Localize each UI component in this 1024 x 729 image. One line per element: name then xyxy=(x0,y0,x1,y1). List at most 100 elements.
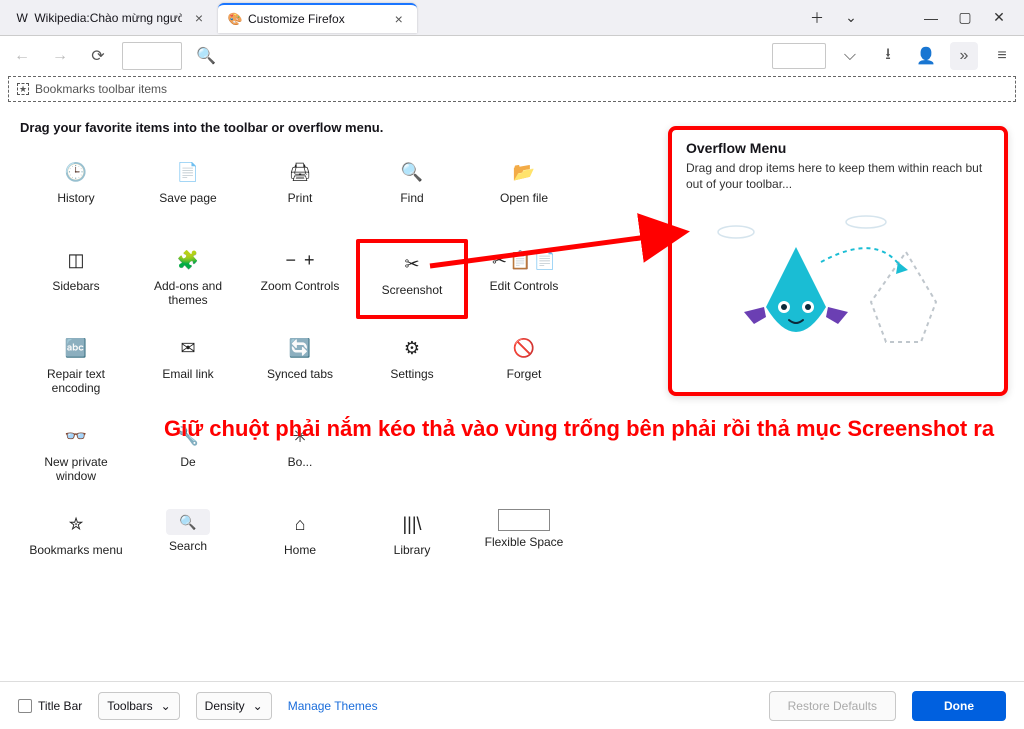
tile-history[interactable]: 🕒 History xyxy=(20,151,132,231)
manage-themes-link[interactable]: Manage Themes xyxy=(288,699,378,713)
dropdown-label: Density xyxy=(205,699,245,713)
tile-label: Bookmarks menu xyxy=(29,543,122,557)
tab-strip: W Wikipedia:Chào mừng người m × 🎨 Custom… xyxy=(0,0,1024,36)
tab-title: Customize Firefox xyxy=(248,12,345,26)
tile-label: Sidebars xyxy=(52,279,99,293)
tile-search[interactable]: 🔍 Search xyxy=(132,503,244,583)
bookmarks-toolbar-zone[interactable]: ★ Bookmarks toolbar items xyxy=(8,76,1016,102)
tile-forget[interactable]: 🚫 Forget xyxy=(468,327,580,407)
tile-label: Synced tabs xyxy=(267,367,333,381)
settings-icon: ⚙ xyxy=(397,333,427,363)
print-icon: 🖨 xyxy=(285,157,315,187)
tile-save-page[interactable]: 📄Save page xyxy=(132,151,244,231)
close-icon[interactable]: × xyxy=(391,11,407,27)
tile-label: Bo... xyxy=(288,455,313,469)
tile-settings[interactable]: ⚙Settings xyxy=(356,327,468,407)
bookmarks-menu-icon: ✮ xyxy=(61,509,91,539)
find-icon: 🔍 xyxy=(397,157,427,187)
done-button[interactable]: Done xyxy=(912,691,1006,721)
tile-edit-controls[interactable]: ✂📋📄Edit Controls xyxy=(468,239,580,319)
tabs-dropdown-icon[interactable]: ⌄ xyxy=(842,9,860,27)
nav-toolbar: ← → ⟳ 🔍 ⌵ ⭳ 👤 » ≡ xyxy=(0,36,1024,76)
tile-print[interactable]: 🖨Print xyxy=(244,151,356,231)
overflow-chevron-icon[interactable]: » xyxy=(950,42,978,70)
tile-bookmarks-menu[interactable]: ✮ Bookmarks menu xyxy=(20,503,132,583)
titlebar-checkbox[interactable]: Title Bar xyxy=(18,699,82,713)
tile-open-file[interactable]: 📂Open file xyxy=(468,151,580,231)
app-menu-icon[interactable]: ≡ xyxy=(988,42,1016,70)
pocket-icon[interactable]: ⌵ xyxy=(836,42,864,70)
bookmarks-icon: ✳ xyxy=(285,421,315,451)
close-window-button[interactable]: ✕ xyxy=(990,9,1008,27)
close-icon[interactable]: × xyxy=(192,10,206,26)
tile-label: Flexible Space xyxy=(485,535,564,549)
back-button[interactable]: ← xyxy=(8,42,36,70)
tile-synced-tabs[interactable]: 🔄Synced tabs xyxy=(244,327,356,407)
tile-library[interactable]: |||\Library xyxy=(356,503,468,583)
overflow-description: Drag and drop items here to keep them wi… xyxy=(686,160,990,192)
tile-label: Forget xyxy=(507,367,542,381)
home-icon: ⌂ xyxy=(285,509,315,539)
tile-label: Search xyxy=(169,539,207,553)
tile-dev-tools[interactable]: 🔧 De xyxy=(132,415,244,495)
forget-icon: 🚫 xyxy=(509,333,539,363)
titlebar-label: Title Bar xyxy=(38,699,82,713)
minimize-button[interactable]: — xyxy=(922,9,940,27)
downloads-icon[interactable]: ⭳ xyxy=(874,42,902,70)
forward-button[interactable]: → xyxy=(46,42,74,70)
reload-button[interactable]: ⟳ xyxy=(84,42,112,70)
chevron-down-icon: ⌄ xyxy=(253,699,263,713)
dropdown-label: Toolbars xyxy=(107,699,152,713)
flexible-space-icon xyxy=(498,509,550,531)
tile-label: Open file xyxy=(500,191,548,205)
customize-footer: Title Bar Toolbars ⌄ Density ⌄ Manage Th… xyxy=(0,681,1024,729)
tile-home[interactable]: ⌂Home xyxy=(244,503,356,583)
chevron-down-icon: ⌄ xyxy=(161,699,171,713)
tile-repair-text[interactable]: 🔤Repair text encoding xyxy=(20,327,132,407)
tab-customize[interactable]: 🎨 Customize Firefox × xyxy=(218,3,417,33)
tile-label: Find xyxy=(400,191,423,205)
zoom-controls-icon: −+ xyxy=(285,245,315,275)
url-box[interactable] xyxy=(122,42,182,70)
restore-defaults-button[interactable]: Restore Defaults xyxy=(769,691,896,721)
tile-label: History xyxy=(57,191,94,205)
tile-email-link[interactable]: ✉ Email link xyxy=(132,327,244,407)
new-tab-button[interactable]: ＋ xyxy=(808,9,826,27)
toolbars-dropdown[interactable]: Toolbars ⌄ xyxy=(98,692,179,720)
search-box-icon: 🔍 xyxy=(166,509,210,535)
repair-text-icon: 🔤 xyxy=(61,333,91,363)
overflow-illustration xyxy=(686,212,990,362)
maximize-button[interactable]: ▢ xyxy=(956,9,974,27)
tile-screenshot[interactable]: ✂Screenshot xyxy=(356,239,468,319)
toolbar-space xyxy=(772,43,826,69)
tile-zoom[interactable]: −+ Zoom Controls xyxy=(244,239,356,319)
new-private-icon: 👓 xyxy=(61,421,91,451)
checkbox-icon xyxy=(18,699,32,713)
tab-wikipedia[interactable]: W Wikipedia:Chào mừng người m × xyxy=(6,3,216,33)
tile-flexible-space[interactable]: Flexible Space xyxy=(468,503,580,583)
account-icon[interactable]: 👤 xyxy=(912,42,940,70)
tile-label: De xyxy=(180,455,195,469)
tile-find[interactable]: 🔍 Find xyxy=(356,151,468,231)
dev-tools-icon: 🔧 xyxy=(173,421,203,451)
save-page-icon: 📄 xyxy=(173,157,203,187)
email-link-icon: ✉ xyxy=(173,333,203,363)
tile-label: Add-ons and themes xyxy=(138,279,238,307)
tile-label: Email link xyxy=(162,367,213,381)
tile-label: New private window xyxy=(26,455,126,483)
tile-bookmarks[interactable]: ✳ Bo... xyxy=(244,415,356,495)
history-icon: 🕒 xyxy=(61,157,91,187)
wikipedia-favicon: W xyxy=(16,11,28,25)
tile-addons[interactable]: 🧩Add-ons and themes xyxy=(132,239,244,319)
library-icon: |||\ xyxy=(397,509,427,539)
tile-label: Zoom Controls xyxy=(261,279,340,293)
overflow-menu-panel[interactable]: Overflow Menu Drag and drop items here t… xyxy=(668,126,1008,396)
overflow-title: Overflow Menu xyxy=(686,140,990,156)
sidebars-icon: ◫ xyxy=(61,245,91,275)
density-dropdown[interactable]: Density ⌄ xyxy=(196,692,272,720)
bookmark-slot-icon: ★ xyxy=(17,83,29,95)
tile-new-private[interactable]: 👓 New private window xyxy=(20,415,132,495)
tile-sidebars[interactable]: ◫ Sidebars xyxy=(20,239,132,319)
search-icon[interactable]: 🔍 xyxy=(192,42,220,70)
screenshot-icon: ✂ xyxy=(397,249,427,279)
